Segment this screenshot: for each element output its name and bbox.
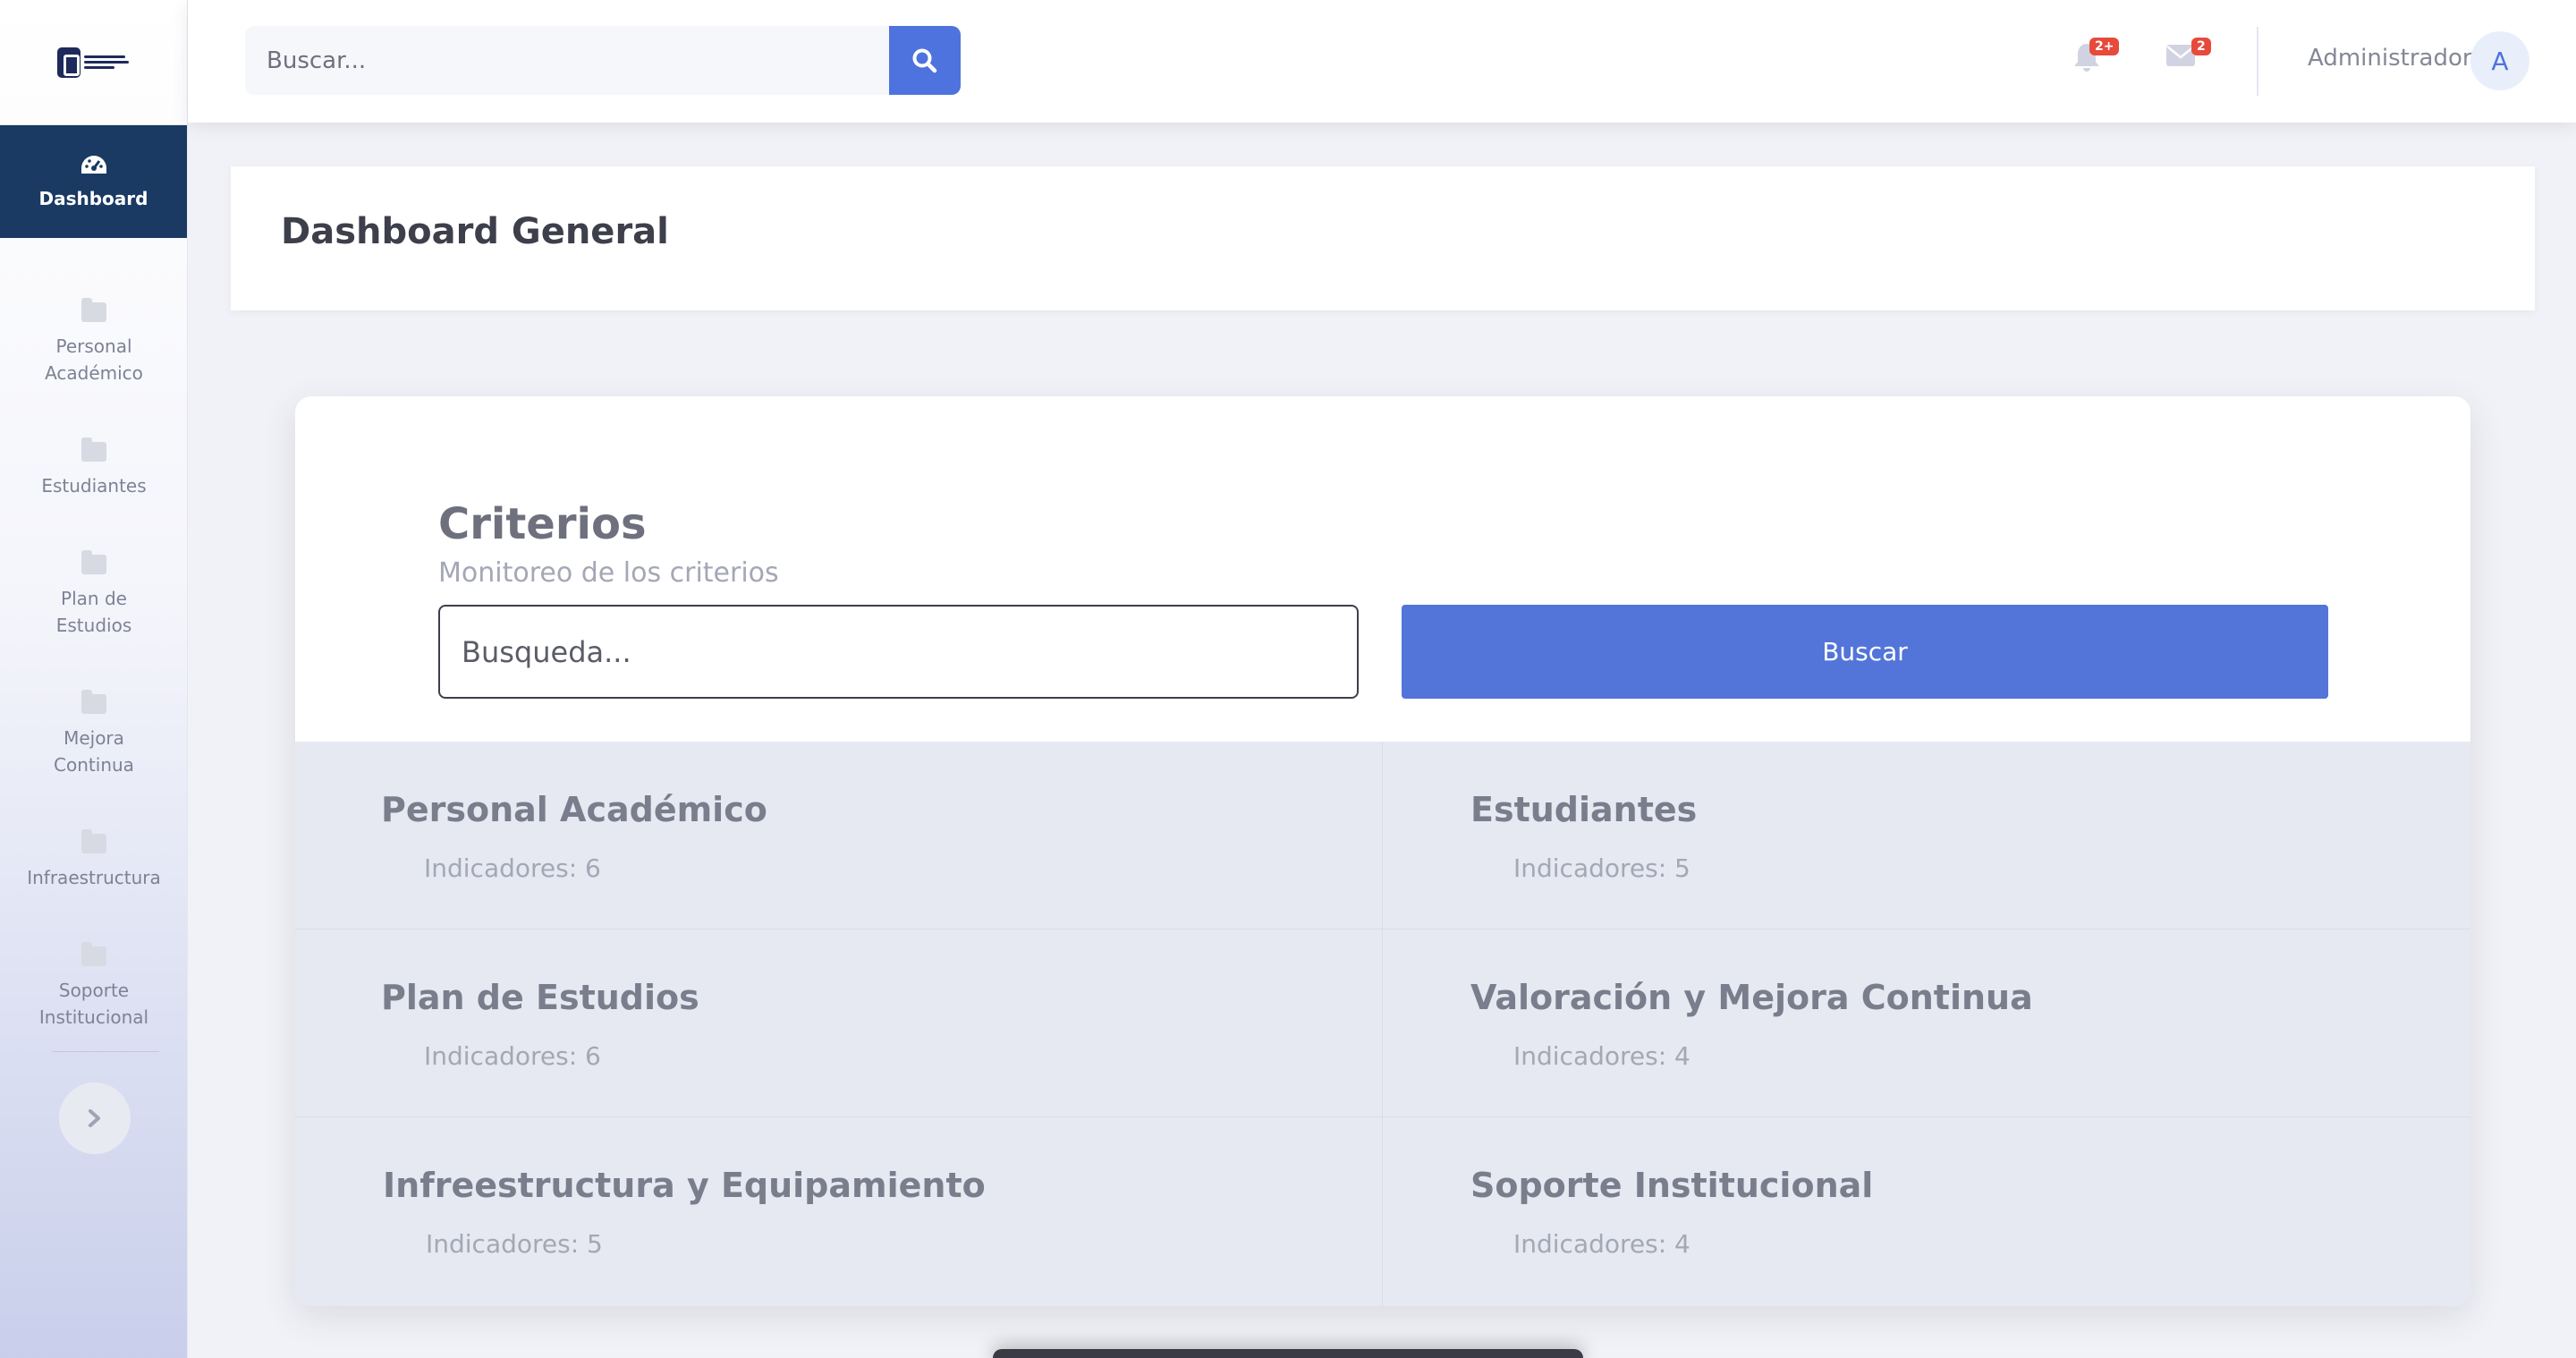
sidebar-item-infraestructura[interactable]: Infraestructura (0, 829, 188, 891)
brand-text-lines (83, 55, 129, 69)
sidebar-item-label: Estudios (55, 615, 132, 636)
topbar: 2+ 2 Administrador A (188, 0, 2576, 123)
alerts-button[interactable]: 2+ (2072, 38, 2120, 77)
avatar-initial: A (2491, 46, 2509, 76)
page-heading: Dashboard General (231, 166, 2535, 310)
sidebar-item-estudiantes[interactable]: Estudiantes (0, 437, 188, 499)
criteria-item-plan-de-estudios[interactable]: Plan de Estudios Indicadores: 6 (295, 929, 1383, 1117)
alerts-badge: 2+ (2089, 38, 2120, 55)
criteria-item-indicators: Indicadores: 6 (424, 853, 601, 883)
criteria-item-indicators: Indicadores: 4 (1513, 1041, 1690, 1071)
chevron-right-icon (89, 1109, 100, 1127)
avatar[interactable]: A (2470, 31, 2529, 90)
messages-badge: 2 (2191, 38, 2211, 55)
sidebar-item-plan-de-estudios[interactable]: Plan de Estudios (0, 550, 188, 639)
criteria-item-indicators: Indicadores: 6 (424, 1041, 601, 1071)
folder-icon (81, 298, 106, 322)
criteria-subtitle: Monitoreo de los criterios (438, 557, 779, 589)
criteria-item-infraestructura-equipamiento[interactable]: Infreestructura y Equipamiento Indicador… (295, 1117, 1383, 1306)
sidebar-item-dashboard[interactable]: Dashboard (0, 125, 187, 238)
sidebar-item-label: Plan de (61, 588, 127, 609)
folder-icon (81, 550, 106, 574)
sidebar-item-label: Infraestructura (27, 867, 161, 888)
search-button[interactable] (889, 26, 961, 95)
sidebar-item-label: Mejora (64, 727, 124, 749)
brand[interactable] (0, 0, 187, 125)
page-title: Dashboard General (281, 211, 669, 252)
sidebar: Dashboard Personal Académico Estudiantes… (0, 0, 188, 1358)
brand-logo (56, 47, 131, 78)
sidebar-item-personal-academico[interactable]: Personal Académico (0, 298, 188, 386)
sidebar-item-label: Dashboard (38, 188, 148, 209)
criteria-grid: Personal Académico Indicadores: 6 Estudi… (295, 742, 2470, 1306)
criteria-search-input[interactable] (438, 605, 1359, 699)
folder-icon (81, 942, 106, 966)
sidebar-item-mejora-continua[interactable]: Mejora Continua (0, 690, 188, 778)
criteria-item-title: Estudiantes (1470, 790, 1698, 829)
tachometer-icon (80, 156, 106, 174)
criteria-item-valoracion-mejora-continua[interactable]: Valoración y Mejora Continua Indicadores… (1383, 929, 2470, 1117)
topbar-divider (2257, 27, 2258, 96)
search-input[interactable] (245, 26, 889, 95)
criteria-item-indicators: Indicadores: 4 (1513, 1229, 1690, 1259)
criteria-item-estudiantes[interactable]: Estudiantes Indicadores: 5 (1383, 742, 2470, 929)
criteria-item-personal-academico[interactable]: Personal Académico Indicadores: 6 (295, 742, 1383, 929)
sidebar-item-label: Institucional (38, 1006, 149, 1028)
criteria-search-button[interactable]: Buscar (1402, 605, 2328, 699)
criteria-item-title: Plan de Estudios (381, 978, 699, 1017)
sidebar-divider (52, 1051, 159, 1052)
sidebar-item-label: Soporte (58, 980, 130, 1001)
folder-icon (81, 437, 106, 462)
folder-icon (81, 829, 106, 853)
messages-button[interactable]: 2 (2165, 38, 2211, 72)
criteria-item-indicators: Indicadores: 5 (426, 1229, 603, 1259)
sidebar-item-soporte-institucional[interactable]: Soporte Institucional (0, 942, 188, 1031)
sidebar-item-label: Personal (55, 335, 132, 357)
user-name[interactable]: Administrador (2308, 45, 2472, 72)
criteria-item-title: Soporte Institucional (1470, 1166, 1874, 1205)
criteria-item-title: Valoración y Mejora Continua (1470, 978, 2033, 1017)
criteria-item-soporte-institucional[interactable]: Soporte Institucional Indicadores: 4 (1383, 1117, 2470, 1306)
topbar-search (245, 26, 961, 95)
sidebar-item-label: Estudiantes (41, 475, 147, 497)
bottom-dock-edge (993, 1349, 1583, 1358)
folder-icon (81, 690, 106, 714)
criteria-title: Criterios (438, 499, 647, 549)
criteria-item-title: Infreestructura y Equipamiento (383, 1166, 986, 1205)
sidebar-item-label: Continua (54, 754, 134, 776)
logo-icon (56, 47, 80, 78)
criteria-item-title: Personal Académico (381, 790, 767, 829)
sidebar-toggle-button[interactable] (59, 1082, 131, 1154)
criteria-card: Criterios Monitoreo de los criterios Bus… (295, 396, 2470, 1306)
criteria-item-indicators: Indicadores: 5 (1513, 853, 1690, 883)
sidebar-item-label: Académico (45, 362, 143, 384)
search-icon (912, 48, 937, 72)
